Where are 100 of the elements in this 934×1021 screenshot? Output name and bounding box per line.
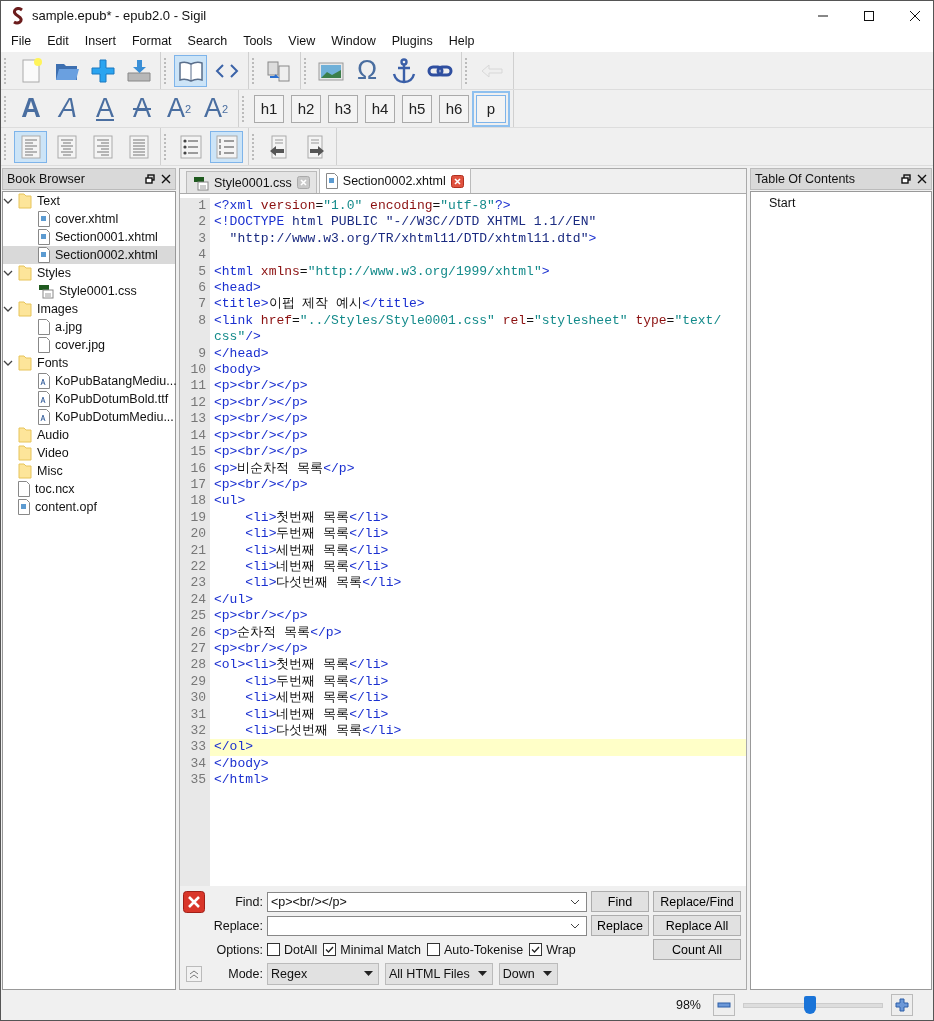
zoom-slider[interactable]	[743, 995, 883, 1015]
collapse-icon[interactable]	[186, 965, 202, 982]
line-number: 20	[180, 526, 210, 543]
dropdown[interactable]: All HTML Files	[385, 962, 493, 985]
tree-item[interactable]: KoPubDotumBold.ttf	[3, 390, 175, 408]
zoom-in-button[interactable]	[891, 994, 913, 1016]
toolbar-button[interactable]	[174, 54, 207, 87]
replace-all-button[interactable]: Replace All	[653, 915, 741, 936]
close-icon[interactable]	[450, 174, 464, 188]
line-number: 30	[180, 690, 210, 707]
dropdown-arrow-icon	[477, 970, 487, 977]
tree-item[interactable]: Images	[3, 300, 175, 318]
tree-item[interactable]: Style0001.css	[3, 282, 175, 300]
folder-icon	[18, 445, 32, 461]
format-button[interactable]: A	[88, 92, 122, 125]
tag-button[interactable]: h2	[291, 94, 321, 123]
folder-icon	[18, 301, 32, 317]
menu-item[interactable]: Help	[440, 34, 483, 48]
format-button[interactable]: A	[14, 92, 48, 125]
replace-field[interactable]	[267, 915, 587, 936]
tree-item[interactable]: a.jpg	[3, 318, 175, 336]
chevron-icon[interactable]	[3, 196, 13, 206]
chevron-icon[interactable]	[3, 358, 13, 368]
slider-thumb[interactable]	[804, 996, 817, 1014]
format-button[interactable]: Ω	[350, 54, 384, 87]
tree-item[interactable]: Fonts	[3, 354, 175, 372]
file-icon	[38, 319, 50, 335]
float-icon[interactable]	[145, 174, 155, 184]
tree-item[interactable]: toc.ncx	[3, 480, 175, 498]
format-button[interactable]: A	[125, 92, 159, 125]
dropdown[interactable]: Down	[498, 962, 558, 985]
tree-item[interactable]: Section0002.xhtml	[3, 246, 175, 264]
find-field[interactable]: <p><br/></p>	[267, 891, 587, 912]
count-all-button[interactable]: Count All	[653, 939, 741, 960]
tab-label[interactable]: Style0001.css	[214, 175, 292, 190]
replace-find-button[interactable]: Replace/Find	[653, 891, 741, 912]
menu-item[interactable]: View	[280, 34, 324, 48]
menu-item[interactable]: Edit	[39, 34, 77, 48]
code-line: <title>이펍 제작 예시</title>	[214, 296, 426, 313]
format-button[interactable]: A	[51, 92, 85, 125]
menu-item[interactable]: File	[3, 34, 40, 48]
editor-tab[interactable]: Style0001.css	[186, 171, 317, 193]
font-file-icon	[38, 409, 50, 425]
format-button[interactable]: A$^{2}$	[199, 92, 233, 125]
toc-entry[interactable]: Start	[751, 196, 931, 210]
close-icon[interactable]	[917, 174, 927, 184]
code-line: <li>다섯번째 목록</li>	[244, 723, 403, 740]
tree-item[interactable]: Video	[3, 444, 175, 462]
menu-item[interactable]: Search	[179, 34, 236, 48]
code-line: <html xmlns="http://www.w3.org/1999/xhtml">	[214, 263, 551, 281]
code-line: <p><br/></p>	[214, 476, 309, 494]
zoom-out-button[interactable]	[713, 994, 735, 1016]
dropdown-arrow-icon	[364, 970, 373, 977]
tree-item[interactable]: Text	[3, 192, 175, 210]
line-number: 2	[180, 214, 210, 231]
checkbox[interactable]: Wrap	[529, 942, 576, 957]
code-line: <li>세번째 목록</li>	[244, 690, 390, 707]
dropdown[interactable]: Regex	[267, 962, 379, 985]
code-line: <li>두번째 목록</li>	[244, 526, 390, 543]
code-line: <p><br/></p>	[214, 378, 309, 395]
checkbox[interactable]: DotAll	[267, 942, 318, 957]
code-editor[interactable]	[180, 194, 746, 886]
menu-item[interactable]: Plugins	[383, 34, 441, 48]
tree-item[interactable]: Section0001.xhtml	[3, 228, 175, 246]
maximize-icon[interactable]	[863, 9, 875, 22]
tab-label[interactable]: Section0002.xhtml	[342, 174, 446, 188]
tree-item[interactable]: Styles	[3, 264, 175, 282]
chevron-icon[interactable]	[3, 268, 13, 278]
find-button[interactable]: Find	[591, 891, 649, 912]
tree-item[interactable]: KoPubDotumMediu...	[3, 408, 175, 426]
chevron-icon[interactable]	[3, 304, 13, 314]
code-line: <li>네번째 목록</li>	[244, 706, 390, 723]
tree-item[interactable]: Misc	[3, 462, 175, 480]
tree-item[interactable]: cover.jpg	[3, 336, 175, 354]
tag-button[interactable]: h1	[254, 94, 284, 123]
code-line: <ul>	[214, 493, 247, 510]
tree-item[interactable]: cover.xhtml	[3, 210, 175, 228]
code-line: <p>순차적 목록</p>	[214, 624, 343, 641]
menu-item[interactable]: Window	[323, 34, 384, 48]
tag-button[interactable]: h3	[328, 94, 358, 123]
tree-item[interactable]: Audio	[3, 426, 175, 444]
menu-item[interactable]: Tools	[235, 34, 281, 48]
tag-button[interactable]: h6	[439, 94, 469, 123]
tag-button[interactable]: h5	[402, 94, 432, 123]
tag-button[interactable]: h4	[365, 94, 395, 123]
checkbox[interactable]: Auto-Tokenise	[426, 942, 524, 957]
editor-tab[interactable]: Section0002.xhtml	[318, 168, 471, 193]
float-icon[interactable]	[901, 174, 911, 184]
app-logo-icon	[11, 6, 25, 25]
replace-button[interactable]: Replace	[591, 915, 649, 936]
menu-item[interactable]: Insert	[76, 34, 124, 48]
close-icon[interactable]	[909, 9, 921, 22]
dropdown-arrow-icon	[542, 970, 552, 977]
checkbox[interactable]: Minimal Match	[323, 942, 421, 957]
tree-item[interactable]: KoPubBatangMediu...	[3, 372, 175, 390]
close-icon[interactable]	[183, 890, 205, 913]
close-icon[interactable]	[161, 174, 171, 184]
menu-item[interactable]: Format	[123, 34, 180, 48]
code-line: <li>다섯번째 목록</li>	[244, 575, 403, 592]
tree-item[interactable]: content.opf	[3, 498, 175, 516]
